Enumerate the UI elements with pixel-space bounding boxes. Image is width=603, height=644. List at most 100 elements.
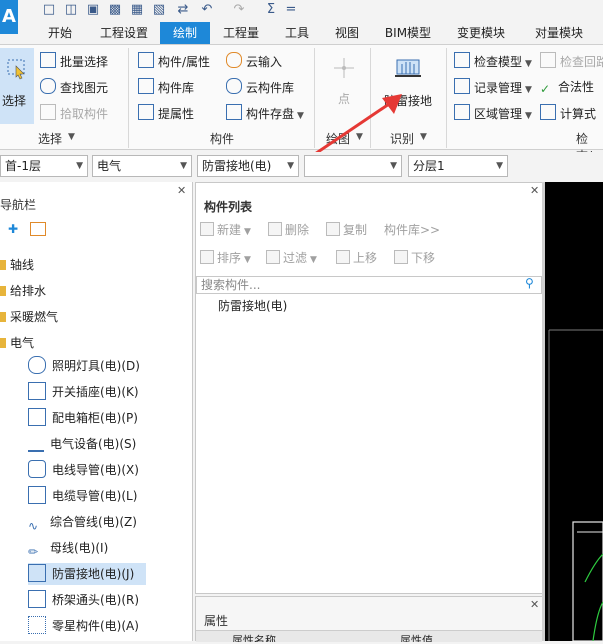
redo-icon[interactable]: ↷ <box>232 3 246 17</box>
move-down-icon <box>394 250 408 264</box>
component-lib-link[interactable]: 构件库>> <box>384 220 440 240</box>
edit-list-icon[interactable] <box>30 222 46 236</box>
delete-component-button[interactable]: 删除 <box>268 220 309 240</box>
pick-component-button[interactable]: 拾取构件 <box>40 104 108 122</box>
chevron-down-icon: ▼ <box>525 111 532 121</box>
nav-item-misc-component[interactable]: 零星构件(电)(A) <box>28 615 146 637</box>
nav-item-lighting[interactable]: 照明灯具(电)(D) <box>28 355 146 377</box>
region-manage-button[interactable]: 区域管理 ▼ <box>454 104 532 122</box>
tab-tools[interactable]: 工具 <box>274 22 320 44</box>
component-save-button[interactable]: 构件存盘 ▼ <box>226 104 304 122</box>
new-file-icon[interactable]: □ <box>42 3 56 17</box>
export-icon[interactable]: ▩ <box>108 3 122 17</box>
nav-item-switch-socket[interactable]: 开关插座(电)(K) <box>28 381 146 403</box>
component-list-close-icon[interactable]: ✕ <box>530 184 539 197</box>
properties-title: 属性 <box>204 614 229 628</box>
component-type-select[interactable]: 防雷接地(电) ▼ <box>197 155 299 177</box>
pick-component-icon <box>40 104 56 120</box>
nav-item-lightning-ground[interactable]: 防雷接地(电)(J) <box>28 563 146 585</box>
nav-folder-electrical[interactable]: 电气 <box>0 334 34 351</box>
export-excel-icon[interactable]: ▦ <box>130 3 144 17</box>
nav-item-cable-conduit[interactable]: 电缆导管(电)(L) <box>28 485 146 507</box>
extract-attr-button[interactable]: 提属性 <box>138 104 194 122</box>
formula-button[interactable]: 计算式 <box>540 104 596 122</box>
tab-bim-model[interactable]: BIM模型 <box>376 22 440 44</box>
tab-start[interactable]: 开始 <box>38 22 82 44</box>
check-loop-button[interactable]: 检查回路 <box>540 52 603 70</box>
component-tree-item[interactable]: 防雷接地(电) <box>218 297 287 314</box>
nav-item-busbar[interactable]: ✏ 母线(电)(I) <box>28 537 146 559</box>
component-list-panel <box>195 182 543 594</box>
nav-item-tray-fitting[interactable]: 桥架通头(电)(R) <box>28 589 146 611</box>
properties-close-icon[interactable]: ✕ <box>530 598 539 611</box>
open-folder-icon[interactable]: ◫ <box>64 3 78 17</box>
more-icon[interactable]: = <box>284 3 298 17</box>
copy-icon <box>326 222 340 236</box>
nav-item-wire-conduit[interactable]: 电线导管(电)(X) <box>28 459 146 481</box>
check-model-button[interactable]: 检查模型 ▼ <box>454 52 532 70</box>
nav-folder-heating[interactable]: 采暖燃气 <box>0 308 58 325</box>
folder-icon <box>0 286 6 296</box>
undo-icon[interactable]: ↶ <box>200 3 214 17</box>
copy-component-button[interactable]: 复制 <box>326 220 367 240</box>
move-down-button[interactable]: 下移 <box>394 248 435 268</box>
sum-icon[interactable]: Σ <box>264 3 278 17</box>
tab-project-settings[interactable]: 工程设置 <box>92 22 156 44</box>
canvas-drawing <box>548 329 603 642</box>
move-up-button[interactable]: 上移 <box>336 248 377 268</box>
tab-view[interactable]: 视图 <box>324 22 370 44</box>
cable-conduit-icon <box>28 486 46 504</box>
filter-button[interactable]: 过滤 ▼ <box>266 248 317 268</box>
chevron-down-icon: ▼ <box>390 161 397 171</box>
component-select[interactable]: ▼ <box>304 155 402 177</box>
app-logo: A <box>0 0 18 34</box>
legality-button[interactable]: ✓ 合法性 <box>540 78 594 96</box>
group-identify-expand-icon[interactable]: ▼ <box>420 132 427 142</box>
tab-compare-module[interactable]: 对量模块 <box>524 22 594 44</box>
nav-title: 导航栏 <box>0 198 37 212</box>
component-list-title: 构件列表 <box>204 200 253 214</box>
select-big-label: 选择 <box>2 94 27 108</box>
tab-draw[interactable]: 绘制 <box>160 22 210 44</box>
search-icon[interactable]: ⚲ <box>525 276 534 290</box>
align-icon[interactable]: ⇄ <box>176 3 190 17</box>
cloud-lib-button[interactable]: 云构件库 <box>226 78 294 96</box>
nav-item-combined-pipeline[interactable]: ∿ 综合管线(电)(Z) <box>28 511 146 533</box>
component-attr-button[interactable]: 构件/属性 <box>138 52 210 70</box>
find-element-button[interactable]: 查找图元 <box>40 78 108 96</box>
component-lib-button[interactable]: 构件库 <box>138 78 194 96</box>
nav-item-electrical-equipment[interactable]: 电气设备(电)(S) <box>28 433 146 455</box>
sort-button[interactable]: 排序 ▼ <box>200 248 251 268</box>
chevron-down-icon: ▼ <box>244 255 251 265</box>
cloud-input-button[interactable]: 云输入 <box>226 52 282 70</box>
floor-select[interactable]: 首-1层 ▼ <box>0 155 88 177</box>
component-search-input[interactable]: 搜索构件... <box>196 276 542 294</box>
group-select-expand-icon[interactable]: ▼ <box>68 132 75 142</box>
tab-change-module[interactable]: 变更模块 <box>446 22 516 44</box>
nav-folder-plumbing[interactable]: 给排水 <box>0 282 46 299</box>
select-big-button[interactable]: 选择 <box>0 48 34 124</box>
drawing-canvas[interactable] <box>545 182 603 642</box>
misc-component-icon <box>28 616 46 634</box>
discipline-select[interactable]: 电气 ▼ <box>92 155 192 177</box>
nav-close-icon[interactable]: ✕ <box>177 184 186 197</box>
add-folder-icon[interactable]: ✚ <box>8 222 18 236</box>
new-component-button[interactable]: 新建 ▼ <box>200 220 251 240</box>
filter-icon <box>266 250 280 264</box>
batch-select-button[interactable]: 批量选择 <box>40 52 108 70</box>
group-label-component: 构件 <box>210 132 235 146</box>
tab-quantity[interactable]: 工程量 <box>216 22 266 44</box>
import-icon[interactable]: ▧ <box>152 3 166 17</box>
lightning-ground-icon <box>395 59 421 77</box>
record-manage-button[interactable]: 记录管理 ▼ <box>454 78 532 96</box>
lightning-ground-icon <box>28 564 46 582</box>
layer-select[interactable]: 分层1 ▼ <box>408 155 508 177</box>
nav-folder-axis[interactable]: 轴线 <box>0 256 34 273</box>
chevron-down-icon: ▼ <box>310 255 317 265</box>
save-icon[interactable]: ▣ <box>86 3 100 17</box>
nav-item-distribution-box[interactable]: 配电箱柜(电)(P) <box>28 407 146 429</box>
folder-icon <box>0 260 6 270</box>
electrical-equipment-icon <box>28 434 44 452</box>
combo-toolbar <box>0 152 603 180</box>
busbar-icon: ✏ <box>28 545 39 559</box>
